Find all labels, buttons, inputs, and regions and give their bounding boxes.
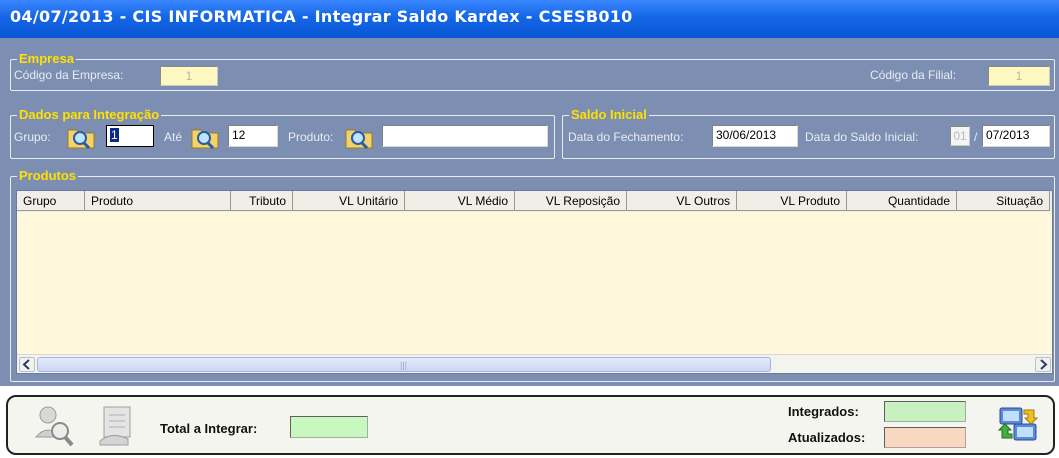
- col-vl-outros[interactable]: VL Outros: [627, 191, 737, 211]
- data-saldo-inicial-label: Data do Saldo Inicial:: [805, 130, 919, 144]
- document-hand-icon: [99, 406, 131, 446]
- folder-search-icon: [345, 129, 373, 150]
- folder-search-icon: [67, 129, 95, 150]
- produto-label: Produto:: [288, 130, 334, 144]
- window-title: 04/07/2013 - CIS INFORMATICA - Integrar …: [0, 0, 1059, 38]
- codigo-filial-label: Código da Filial:: [870, 68, 957, 82]
- col-grupo[interactable]: Grupo: [17, 191, 85, 211]
- search-button[interactable]: [30, 401, 78, 449]
- produtos-legend: Produtos: [17, 168, 79, 184]
- col-quantidade[interactable]: Quantidade: [847, 191, 957, 211]
- col-vl-medio[interactable]: VL Médio: [405, 191, 515, 211]
- scroll-left-button[interactable]: [19, 357, 35, 372]
- grupo-value: 1: [110, 128, 119, 142]
- process-button[interactable]: [92, 401, 140, 449]
- col-produto[interactable]: Produto: [85, 191, 231, 211]
- horizontal-scrollbar[interactable]: |||: [17, 354, 1052, 373]
- col-vl-unitario[interactable]: VL Unitário: [293, 191, 405, 211]
- col-tributo[interactable]: Tributo: [231, 191, 293, 211]
- empresa-legend: Empresa: [17, 51, 76, 67]
- codigo-filial-field[interactable]: 1: [988, 66, 1050, 86]
- data-saldo-day-field[interactable]: 01: [950, 126, 970, 146]
- folder-search-icon: [191, 129, 219, 150]
- grupo-input[interactable]: 1: [106, 125, 154, 147]
- grid-header: Grupo Produto Tributo VL Unitário VL Méd…: [17, 191, 1052, 212]
- data-fechamento-input[interactable]: 30/06/2013: [712, 125, 798, 147]
- codigo-empresa-label: Código da Empresa:: [14, 68, 124, 82]
- integrados-field[interactable]: [884, 401, 966, 422]
- chevron-left-icon: [22, 359, 30, 370]
- ate-label: Até: [164, 130, 183, 144]
- scroll-thumb[interactable]: |||: [37, 357, 771, 372]
- atualizados-field[interactable]: [884, 427, 966, 448]
- products-grid[interactable]: Grupo Produto Tributo VL Unitário VL Méd…: [16, 190, 1053, 374]
- data-saldo-month-year-input[interactable]: 07/2013: [982, 125, 1050, 147]
- codigo-empresa-field[interactable]: 1: [160, 66, 218, 86]
- integrate-button[interactable]: [996, 402, 1040, 446]
- col-vl-produto[interactable]: VL Produto: [737, 191, 847, 211]
- ate-input[interactable]: 12: [228, 125, 278, 147]
- transfer-computers-icon: [997, 407, 1039, 441]
- grip-icon: |||: [400, 360, 408, 370]
- date-separator: /: [974, 130, 978, 144]
- scroll-right-button[interactable]: [1035, 357, 1051, 372]
- integrados-label: Integrados:: [788, 404, 859, 419]
- produto-search-button[interactable]: [344, 124, 376, 150]
- chevron-right-icon: [1040, 359, 1048, 370]
- total-integrar-label: Total a Integrar:: [160, 421, 258, 436]
- col-situacao[interactable]: Situação: [957, 191, 1050, 211]
- total-integrar-field[interactable]: [290, 416, 368, 438]
- produto-input[interactable]: [382, 125, 548, 147]
- grupo-search-button[interactable]: [66, 124, 98, 150]
- grid-body[interactable]: [17, 212, 1052, 355]
- search-person-icon: [34, 406, 74, 447]
- col-vl-reposicao[interactable]: VL Reposição: [515, 191, 627, 211]
- integracao-legend: Dados para Integração: [17, 107, 162, 123]
- data-fechamento-label: Data do Fechamento:: [568, 130, 684, 144]
- atualizados-label: Atualizados:: [788, 430, 866, 445]
- ate-search-button[interactable]: [190, 124, 222, 150]
- grupo-label: Grupo:: [14, 130, 51, 144]
- saldo-inicial-legend: Saldo Inicial: [569, 107, 649, 123]
